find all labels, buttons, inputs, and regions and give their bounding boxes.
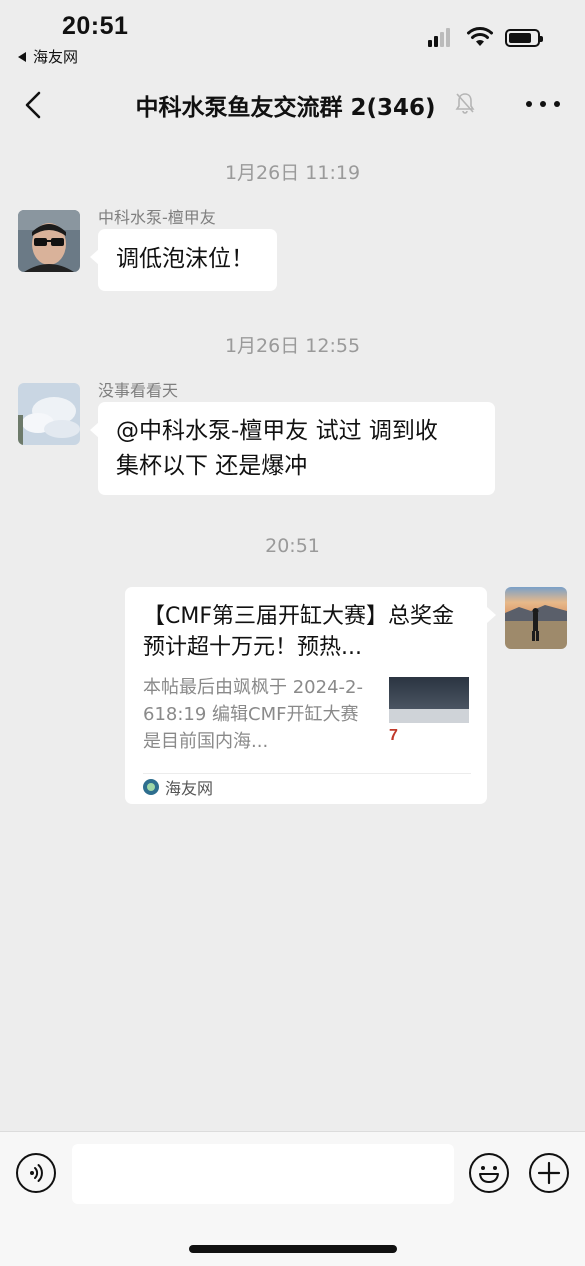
cellular-signal-icon	[428, 28, 450, 47]
sender-name: 中科水泵-檀甲友	[98, 208, 216, 227]
smiley-icon	[479, 1166, 499, 1183]
sender-name: 没事看看天	[98, 381, 179, 400]
site-logo-icon	[143, 779, 159, 795]
back-to-app-link[interactable]: 海友网	[18, 46, 78, 67]
avatar[interactable]	[18, 210, 80, 272]
chat-title: 中科水泵鱼友交流群 2(346)	[135, 95, 436, 121]
message-timestamp: 1月26日 11:19	[224, 162, 361, 184]
wifi-icon	[467, 27, 493, 46]
back-app-label: 海友网	[33, 48, 79, 66]
more-options-icon[interactable]	[526, 92, 560, 116]
voice-icon	[30, 1164, 43, 1182]
plus-icon	[537, 1161, 561, 1185]
status-bar: 20:51 海友网	[0, 0, 585, 72]
mute-bell-icon	[455, 93, 475, 114]
home-indicator[interactable]	[189, 1245, 397, 1253]
message-text-line: 集杯以下 还是爆冲	[116, 453, 308, 479]
message-bubble[interactable]: @中科水泵-檀甲友 试过 调到收 集杯以下 还是爆冲	[90, 402, 495, 495]
link-card-title: 【CMF第三届开缸大赛】总奖金预计超十万元！预热...	[143, 604, 454, 660]
link-card-source: 海友网	[143, 774, 213, 800]
chat-header: 中科水泵鱼友交流群 2(346)	[0, 72, 585, 136]
my-avatar[interactable]	[505, 587, 567, 649]
link-card-source-label: 海友网	[165, 779, 214, 798]
avatar[interactable]	[18, 383, 80, 445]
status-time: 20:51	[62, 12, 129, 40]
link-card[interactable]: 【CMF第三届开缸大赛】总奖金预计超十万元！预热... 本帖最后由飒枫于 202…	[125, 587, 496, 804]
link-card-thumbnail: 7	[389, 677, 469, 753]
message-timestamp: 1月26日 12:55	[224, 335, 361, 357]
thumbnail-text: 7	[389, 727, 398, 744]
back-triangle-icon	[18, 51, 26, 62]
battery-icon	[505, 29, 543, 47]
emoji-button[interactable]	[469, 1153, 509, 1193]
voice-input-button[interactable]	[16, 1153, 56, 1193]
message-timestamp: 20:51	[265, 535, 320, 557]
message-bubble[interactable]: 调低泡沫位！	[90, 229, 277, 291]
message-input[interactable]	[72, 1144, 454, 1204]
more-functions-button[interactable]	[529, 1153, 569, 1193]
link-card-description: 本帖最后由飒枫于 2024-2-618:19 编辑CMF开缸大赛是目前国内海..…	[143, 677, 363, 752]
message-text-line: @中科水泵-檀甲友 试过 调到收	[116, 418, 438, 444]
